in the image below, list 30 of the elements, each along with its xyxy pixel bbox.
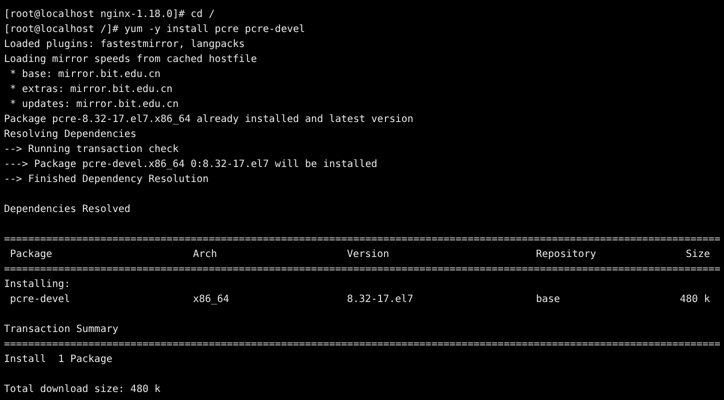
table-cell-text: Size <box>686 248 710 262</box>
terminal-line: Resolving Dependencies <box>4 128 138 142</box>
table-cell-text: 8.32-17.el7 <box>347 293 414 307</box>
separator-line: ======================================================================================================================= <box>4 263 720 277</box>
terminal-line: [root@localhost nginx-1.18.0]# cd / <box>4 8 216 22</box>
terminal-line: Loaded plugins: fastestmirror, langpacks <box>4 38 246 52</box>
terminal-line: Loading mirror speeds from cached hostfile <box>4 53 258 67</box>
terminal-line: Package pcre-8.32-17.el7.x86_64 already installed and latest version <box>4 113 414 127</box>
table-cell-text: Version <box>347 248 390 262</box>
table-cell-text: base <box>536 293 562 307</box>
terminal-line: Install 1 Package <box>4 353 114 367</box>
separator-line: ======================================================================================================================= <box>4 338 720 352</box>
terminal-line: ---> Package pcre-devel.x86_64 0:8.32-17.el7 will be installed <box>4 158 378 172</box>
table-cell-text: 480 k <box>680 293 710 307</box>
table-cell-text: Arch <box>193 248 218 262</box>
terminal-line: --> Finished Dependency Resolution <box>4 173 210 187</box>
terminal-line: * extras: mirror.bit.edu.cn <box>9 83 174 97</box>
terminal-line: * updates: mirror.bit.edu.cn <box>9 98 180 112</box>
terminal-line: * base: mirror.bit.edu.cn <box>9 68 162 82</box>
terminal-line: Dependencies Resolved <box>4 203 132 217</box>
terminal-line: Total download size: 480 k <box>4 383 162 397</box>
terminal-line: [root@localhost /]# yum -y install pcre pcre-devel <box>4 23 306 37</box>
table-cell-text: pcre-devel <box>10 293 72 307</box>
table-cell-text: Package <box>10 248 54 262</box>
terminal-line: --> Running transaction check <box>4 143 180 157</box>
table-cell-text: Repository <box>536 248 598 262</box>
separator-line: ======================================================================================================================= <box>4 233 720 247</box>
terminal-line: Installing: <box>4 278 72 292</box>
terminal-line: Transaction Summary <box>4 323 120 337</box>
table-cell-text: x86_64 <box>193 293 230 307</box>
